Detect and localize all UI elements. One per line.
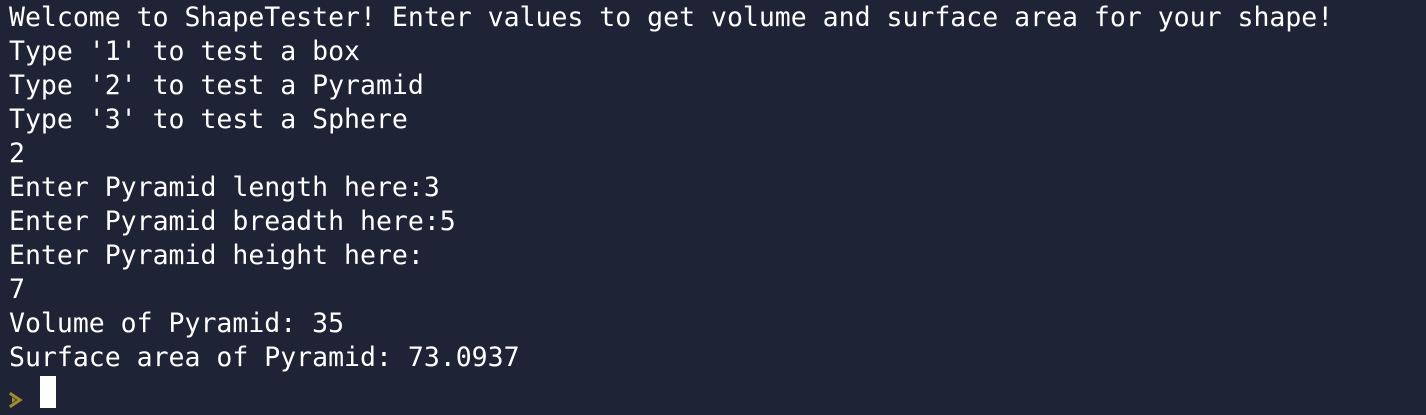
result-line-volume: Volume of Pyramid: 35 bbox=[9, 308, 345, 339]
chevron-right-icon bbox=[8, 384, 23, 409]
terminal-window[interactable]: Welcome to ShapeTester! Enter values to … bbox=[0, 0, 1426, 414]
input-line-height: 7 bbox=[9, 274, 25, 305]
text-cursor[interactable] bbox=[40, 376, 56, 408]
output-line-option-pyramid: Type '2' to test a Pyramid bbox=[9, 70, 424, 101]
input-line-choice: 2 bbox=[9, 138, 25, 169]
prompt-line-length: Enter Pyramid length here:3 bbox=[9, 172, 440, 203]
terminal-output: Welcome to ShapeTester! Enter values to … bbox=[9, 1, 1426, 375]
prompt-line-height: Enter Pyramid height here: bbox=[9, 240, 424, 271]
result-line-surface-area: Surface area of Pyramid: 73.0937 bbox=[9, 342, 520, 373]
prompt-line-breadth: Enter Pyramid breadth here:5 bbox=[9, 206, 456, 237]
command-prompt[interactable] bbox=[8, 375, 56, 409]
output-line-option-box: Type '1' to test a box bbox=[9, 36, 360, 67]
output-line-welcome: Welcome to ShapeTester! Enter values to … bbox=[9, 2, 1334, 33]
output-line-option-sphere: Type '3' to test a Sphere bbox=[9, 104, 408, 135]
